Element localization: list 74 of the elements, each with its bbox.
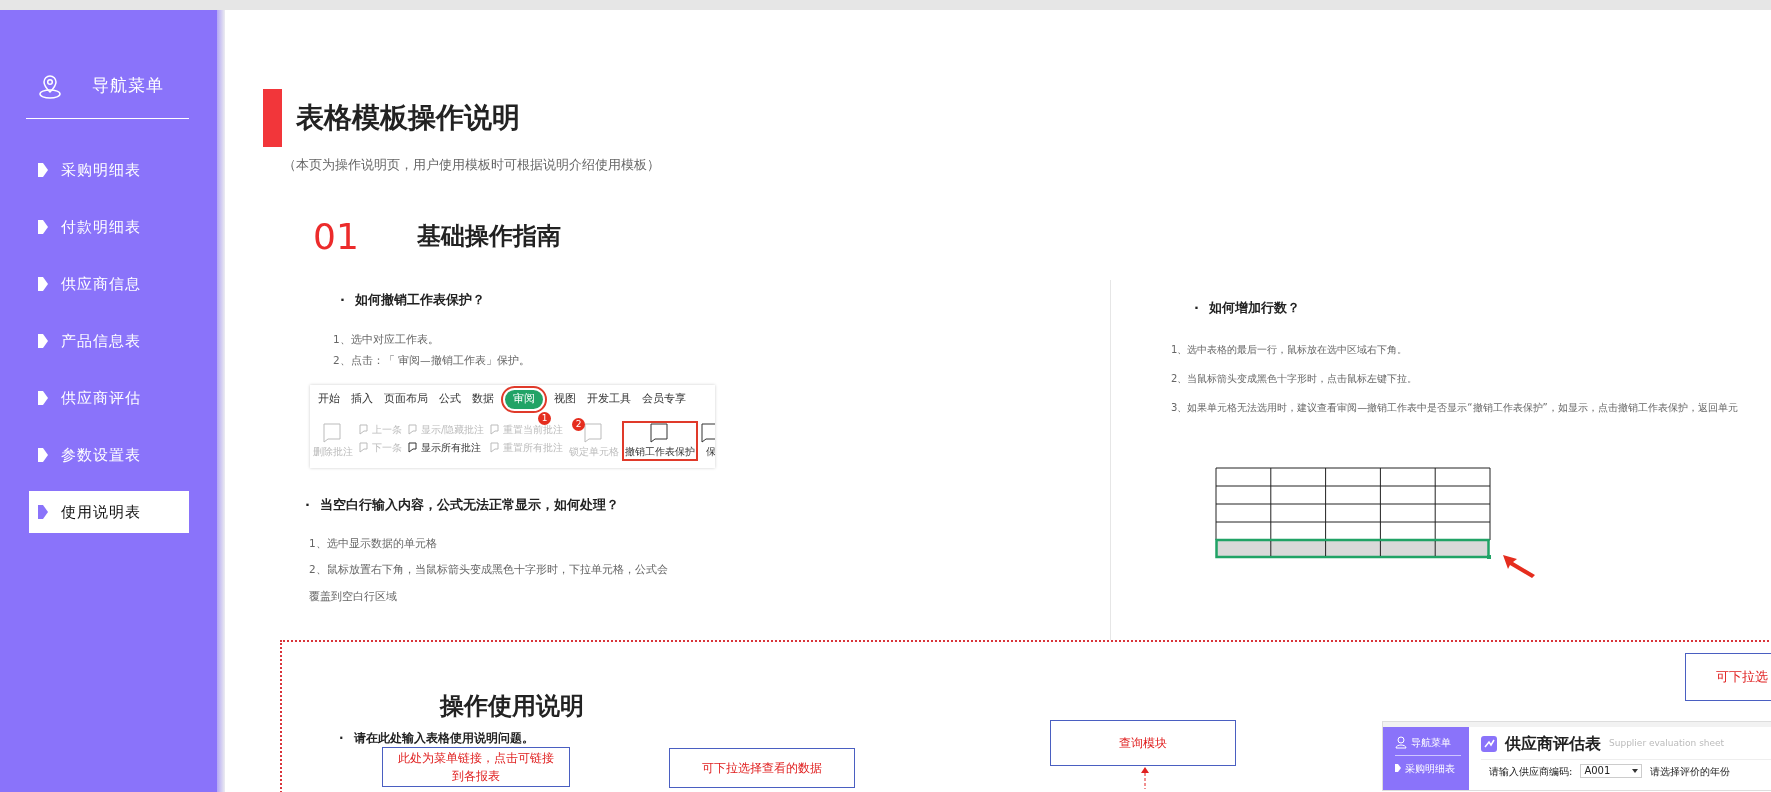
ribbon-tab[interactable]: 页面布局 <box>384 390 428 409</box>
page-subtitle: （本页为操作说明页，用户使用模板时可根据说明介绍使用模板） <box>283 156 661 174</box>
triangle-icon <box>38 277 48 291</box>
nav-item[interactable]: 供应商评估 <box>29 377 189 419</box>
section-title: 基础操作指南 <box>416 221 561 253</box>
ribbon-tab[interactable]: 数据 <box>472 390 494 409</box>
note-icon <box>650 422 671 443</box>
preview-subtitle: Supplier evaluation sheet <box>1609 736 1725 750</box>
step-marker: 2 <box>572 417 585 431</box>
bullet: · <box>305 495 310 514</box>
callout-box: 可下拉选 <box>1685 652 1771 701</box>
triangle-icon <box>38 163 48 177</box>
title-accent-bar <box>263 89 282 147</box>
ribbon-tab[interactable]: 开发工具 <box>587 390 631 409</box>
page-title: 表格模板操作说明 <box>296 101 520 135</box>
bullet: · <box>340 290 345 309</box>
nav-item[interactable]: 付款明细表 <box>29 206 189 248</box>
supplier-select[interactable]: A001 <box>1580 764 1643 779</box>
triangle-icon <box>1395 764 1401 773</box>
note-icon <box>490 424 502 436</box>
nav-item[interactable]: 供应商信息 <box>29 263 189 305</box>
location-pin-icon <box>38 73 62 99</box>
chart-icon <box>1481 735 1497 752</box>
ribbon-button[interactable]: 撤销工作表保护 <box>624 422 697 459</box>
faq-question: 当空白行输入内容，公式无法正常显示，如何处理？ <box>319 495 619 514</box>
nav-item[interactable]: 参数设置表 <box>29 434 189 476</box>
nav-item[interactable]: 产品信息表 <box>29 320 189 362</box>
triangle-icon <box>38 220 48 234</box>
note-icon <box>701 422 715 443</box>
panel-title: 操作使用说明 <box>440 690 584 722</box>
ribbon-tab[interactable]: 插入 <box>351 390 373 409</box>
step-text: 2、点击：「 审阅—撤销工作表」保护。 <box>333 352 531 368</box>
ribbon-tab[interactable]: 开始 <box>318 390 340 409</box>
dashed-arrow <box>1140 766 1150 789</box>
ribbon-tab[interactable]: 公式 <box>439 390 461 409</box>
callout-box: 可下拉选择查看的数据 <box>669 747 855 788</box>
caret-icon <box>1632 769 1639 774</box>
step-text: 2、鼠标放置右下角，当鼠标箭头变成黑色十字形时，下拉单元格，公式会覆盖到空白行区域 <box>309 562 669 604</box>
preview-sidebar-title: 导航菜单 <box>1411 735 1451 750</box>
triangle-icon <box>38 505 48 519</box>
faq-question: 如何撤销工作表保护？ <box>354 290 485 309</box>
note-icon <box>323 422 343 443</box>
nav-item[interactable]: 使用说明表 <box>29 491 189 533</box>
nav-item[interactable]: 采购明细表 <box>29 149 189 191</box>
step-text: 1、选中显示数据的单元格 <box>309 535 438 551</box>
note-icon <box>408 424 419 436</box>
field-label: 请输入供应商编码: <box>1489 764 1573 779</box>
field-label: 请选择评价的年份 <box>1650 764 1731 779</box>
step-text: 1、选中对应工作表。 <box>333 331 440 347</box>
note-icon <box>408 442 419 454</box>
step-marker: 1 <box>538 411 551 425</box>
step-text: 2、当鼠标箭头变成黑色十字形时，点击鼠标左键下拉。 <box>1171 371 1419 386</box>
bullet: · <box>1194 298 1199 317</box>
step-text: 1、选中表格的最后一行，鼠标放在选中区域右下角。 <box>1171 342 1409 357</box>
note-icon <box>359 442 370 454</box>
note-icon <box>584 422 605 443</box>
bullet: · <box>339 729 344 747</box>
faq-question: 如何增加行数？ <box>1208 298 1300 317</box>
step-text: 3、如果单元格无法选用时，建议查看审阅—撤销工作表中是否显示“撤销工作表保护”，如显示，点击撤销工作表保护，返回单元 <box>1171 400 1739 415</box>
callout-box: 查询模块 <box>1050 719 1236 766</box>
sidebar-title: 导航菜单 <box>92 74 164 98</box>
user-icon <box>1395 735 1407 749</box>
triangle-icon <box>38 334 48 348</box>
note-icon <box>359 424 370 436</box>
triangle-icon <box>38 448 48 462</box>
triangle-icon <box>38 391 48 405</box>
callout-box: 此处为菜单链接，点击可链接到各报表 <box>382 746 570 787</box>
ribbon-button[interactable]: 显示所有批注 <box>407 440 486 455</box>
ribbon-tab[interactable]: 视图 <box>554 390 576 409</box>
ribbon-tab[interactable]: 会员专享 <box>642 390 686 409</box>
section-number: 01 <box>313 214 359 258</box>
preview-title: 供应商评估表 <box>1505 732 1601 755</box>
note-icon <box>490 442 502 454</box>
panel-prompt: 请在此处输入表格使用说明问题。 <box>353 729 534 747</box>
